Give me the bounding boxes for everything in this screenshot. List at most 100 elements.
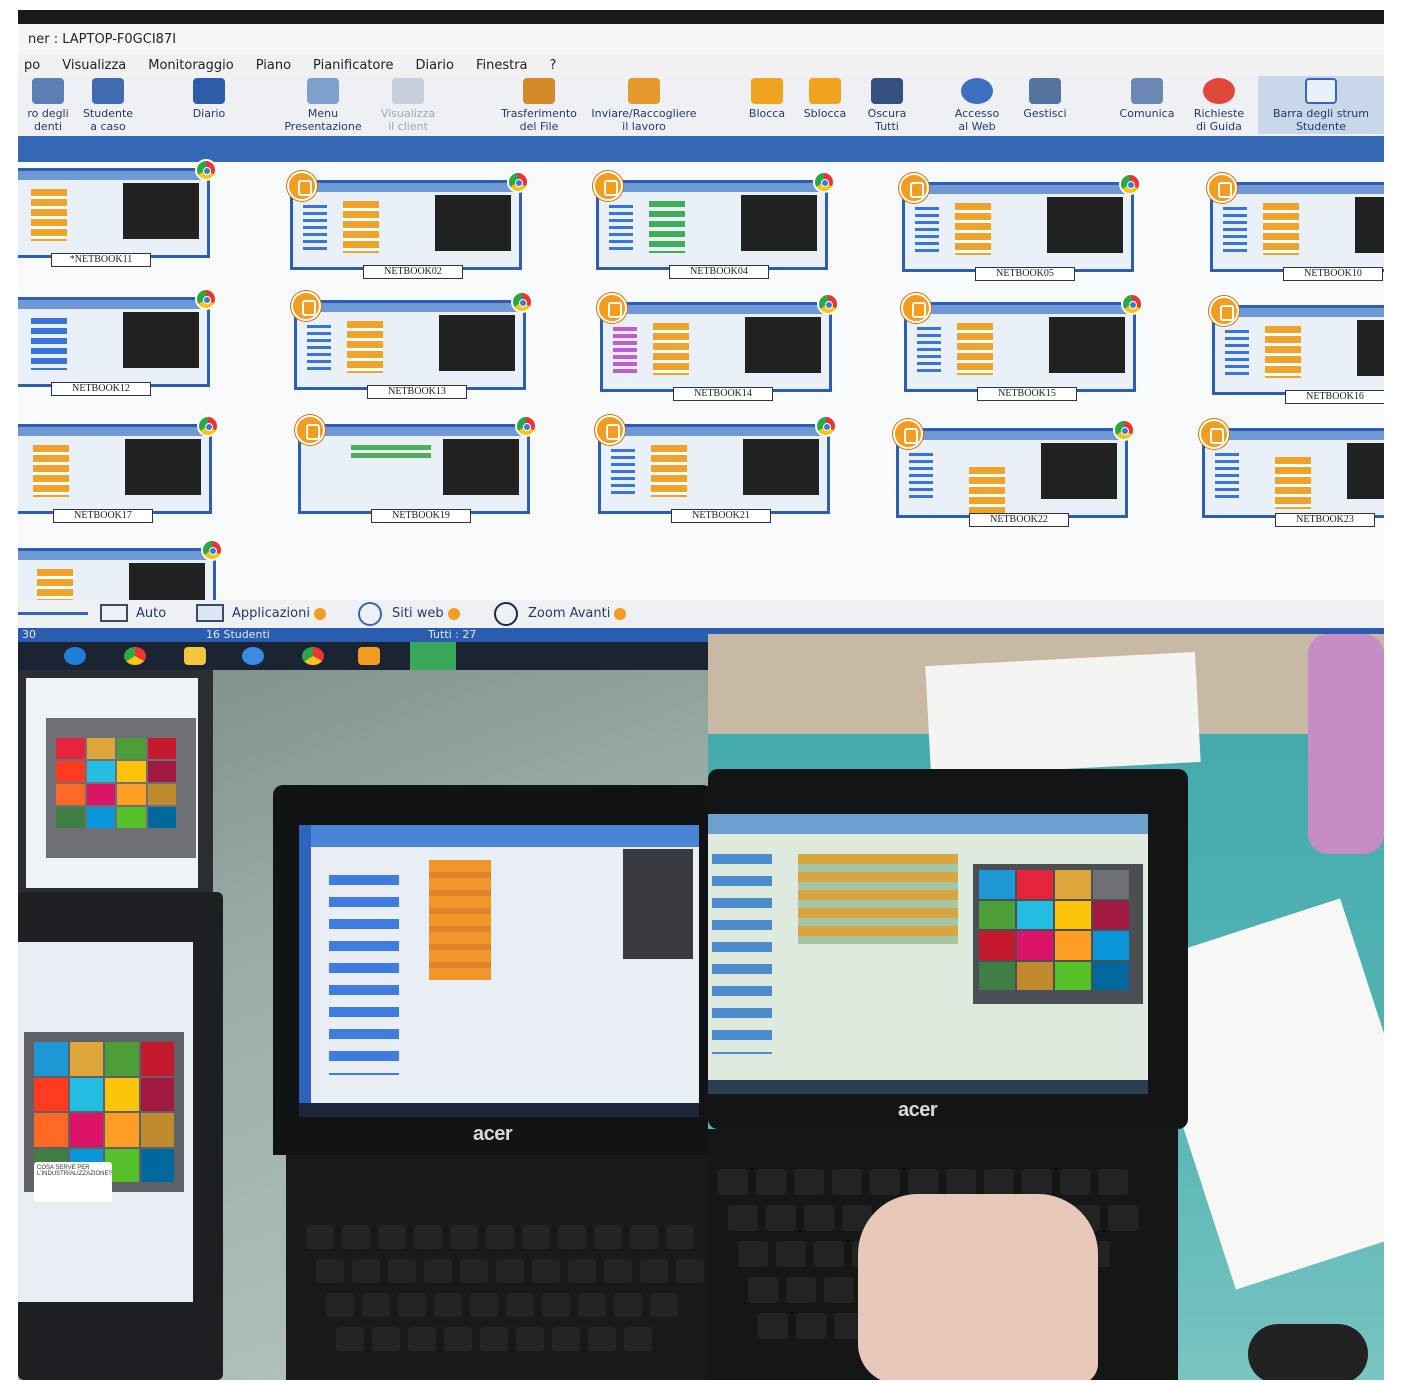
chrome-icon <box>1113 419 1135 441</box>
stage-preview <box>623 849 693 959</box>
menu-item-pianificatore[interactable]: Pianificatore <box>313 58 393 73</box>
stage-preview <box>123 312 199 368</box>
stage-preview <box>123 183 199 239</box>
menu-item-finestra[interactable]: Finestra <box>476 58 528 73</box>
category-sidebar <box>299 825 311 1117</box>
chrome-icon <box>195 159 217 181</box>
client-thumbnail[interactable]: NETBOOK19 <box>295 415 537 523</box>
menu-item-help[interactable]: ? <box>550 58 557 73</box>
blank-all-button[interactable]: Oscura Tutti <box>861 78 913 133</box>
client-thumbnail[interactable]: NETBOOK14 <box>597 293 839 401</box>
lock-button[interactable]: Blocca <box>744 78 790 120</box>
laptop-screen <box>299 825 699 1117</box>
client-thumbnail[interactable]: NETBOOK17 <box>18 415 219 523</box>
lock-badge-icon <box>595 415 625 445</box>
lock-badge-icon <box>1199 419 1229 449</box>
client-thumbnail[interactable]: NETBOOK12 <box>18 288 217 396</box>
speech-bubble: COSA SERVE PER L'INDUSTRIALIZZAZIONE? <box>34 1162 112 1202</box>
laptop-screen <box>26 678 198 888</box>
windows-taskbar <box>708 1080 1148 1094</box>
client-thumbnail[interactable]: NETBOOK23 <box>1199 419 1384 527</box>
chrome-icon <box>1121 293 1143 315</box>
students-register-button[interactable]: ro degli denti <box>18 78 78 133</box>
zoom-in-icon[interactable] <box>494 602 518 626</box>
student-toolbar-button[interactable]: Barra degli strum Studente <box>1258 76 1384 134</box>
chrome-icon <box>1119 173 1141 195</box>
stage-preview <box>741 195 817 251</box>
client-name: NETBOOK05 <box>975 267 1075 281</box>
toolbar-label: Diario <box>192 107 226 120</box>
client-thumbnail[interactable]: NETBOOK10 <box>1207 173 1384 281</box>
unlock-button[interactable]: Sblocca <box>798 78 852 120</box>
active-app-icon[interactable] <box>410 642 456 670</box>
view-client-icon <box>392 78 424 104</box>
random-student-button[interactable]: Studente a caso <box>76 78 140 133</box>
briefcase-icon <box>628 78 660 104</box>
menu-item-file[interactable]: po <box>24 58 40 73</box>
folder-icon[interactable] <box>184 647 206 665</box>
sdg-stage <box>973 864 1143 1004</box>
indicator-dot-icon <box>447 607 460 620</box>
sdg-tiles <box>34 1042 174 1182</box>
view-client-button[interactable]: Visualizza il client <box>373 78 443 133</box>
client-thumbnail[interactable] <box>18 539 223 621</box>
lock-badge-icon <box>1207 173 1237 203</box>
code-blocks <box>798 854 958 944</box>
client-thumbnail[interactable]: *NETBOOK11 <box>18 159 217 267</box>
menu-item-monitoraggio[interactable]: Monitoraggio <box>148 58 233 73</box>
client-thumbnail[interactable]: NETBOOK13 <box>291 291 533 399</box>
client-thumbnail[interactable]: NETBOOK15 <box>901 293 1143 401</box>
view-options-bar: Auto Applicazioni Siti web Zoom Avanti <box>18 600 1384 628</box>
acer-logo: acer <box>898 1099 938 1121</box>
toolbar-label: Comunica <box>1119 107 1175 120</box>
client-thumbnail[interactable]: NETBOOK16 <box>1209 296 1384 404</box>
menu-item-piano[interactable]: Piano <box>256 58 291 73</box>
auto-label[interactable]: Auto <box>136 606 166 621</box>
indicator-dot-icon <box>614 607 627 620</box>
client-thumbnail[interactable]: NETBOOK04 <box>593 171 835 279</box>
chrome-icon[interactable] <box>124 647 146 665</box>
globe-icon[interactable] <box>358 602 382 626</box>
applications-button[interactable]: Applicazioni <box>232 606 326 621</box>
web-access-button[interactable]: Accesso al Web <box>946 78 1008 133</box>
stage-preview <box>743 439 819 495</box>
chat-icon <box>1131 78 1163 104</box>
send-collect-work-button[interactable]: Inviare/Raccogliere il lavoro <box>580 78 708 133</box>
toolbar-label: Blocca <box>748 107 786 120</box>
status-left: 30 <box>22 628 36 641</box>
window-title: ner : LAPTOP-F0GCI87I <box>18 24 1384 54</box>
toolbar-label: ro degli denti <box>27 107 69 133</box>
student-laptop-photo-right: acer <box>708 634 1384 1380</box>
stage-preview <box>435 195 511 251</box>
toolbar-label: Inviare/Raccogliere il lavoro <box>591 107 697 133</box>
presentation-menu-button[interactable]: Menu Presentazione <box>273 78 373 133</box>
toolbar-label: Barra degli strum Studente <box>1273 107 1369 133</box>
applications-icon[interactable] <box>196 604 224 622</box>
menu-item-visualizza[interactable]: Visualizza <box>62 58 126 73</box>
client-thumbnail[interactable]: NETBOOK02 <box>287 171 529 279</box>
fit-icon[interactable] <box>100 604 128 622</box>
computer-mouse <box>1248 1324 1368 1380</box>
toolbar-label: Oscura Tutti <box>867 107 907 133</box>
client-thumbnail[interactable]: NETBOOK21 <box>595 415 837 523</box>
zoom-in-button[interactable]: Zoom Avanti <box>528 606 627 621</box>
diary-button[interactable]: Diario <box>183 78 235 120</box>
zoom-slider[interactable] <box>18 612 88 615</box>
toolbar: ro degli denti Studente a caso Diario Me… <box>18 76 1384 136</box>
chrome-icon[interactable] <box>302 647 324 665</box>
menu-item-diario[interactable]: Diario <box>415 58 454 73</box>
websites-button[interactable]: Siti web <box>392 606 460 621</box>
applications-label: Applicazioni <box>232 606 310 621</box>
netsupport-icon[interactable] <box>358 647 380 665</box>
lifebuoy-icon <box>1203 78 1235 104</box>
manage-button[interactable]: Gestisci <box>1016 78 1074 120</box>
help-requests-button[interactable]: Richieste di Guida <box>1186 78 1252 133</box>
communicate-button[interactable]: Comunica <box>1114 78 1180 120</box>
unlock-icon <box>809 78 841 104</box>
ie-icon[interactable] <box>242 647 264 665</box>
edge-icon[interactable] <box>64 647 86 665</box>
client-thumbnail[interactable]: NETBOOK22 <box>893 419 1135 527</box>
stage-preview <box>745 317 821 373</box>
monitor-bezel <box>18 10 1384 24</box>
client-thumbnail[interactable]: NETBOOK05 <box>899 173 1141 281</box>
